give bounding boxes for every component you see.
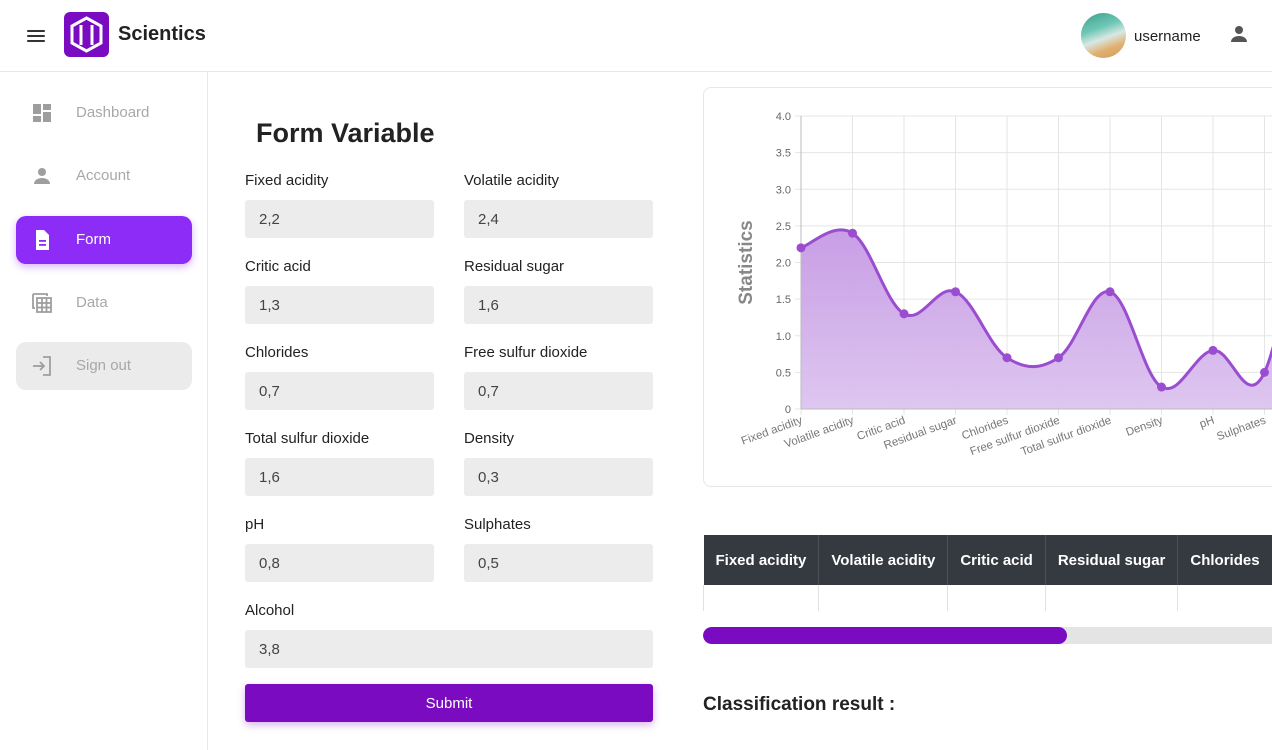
table-row: [703, 585, 1272, 611]
field-label-free-sulfur-dioxide: Free sulfur dioxide: [464, 344, 588, 361]
field-label-fixed-acidity: Fixed acidity: [245, 172, 329, 189]
sidebar-item-dashboard[interactable]: Dashboard: [16, 89, 192, 137]
data-point: [796, 243, 806, 253]
data-point: [1002, 353, 1012, 363]
data-point: [1260, 367, 1269, 377]
sidebar-item-label: Form: [76, 231, 111, 248]
username-label[interactable]: username: [1134, 28, 1201, 45]
variables-table: Fixed acidity Volatile acidity Critic ac…: [703, 535, 1272, 611]
x-tick-label: Sulphates: [1215, 414, 1267, 443]
table-cell: [947, 585, 1046, 611]
data-point: [951, 287, 960, 297]
app-brand-name: Scientics: [118, 23, 206, 45]
variables-table-container: Fixed acidity Volatile acidity Critic ac…: [703, 535, 1272, 611]
y-tick-label: 2.5: [776, 221, 791, 233]
density-input[interactable]: [464, 458, 653, 496]
x-tick-label: Density: [1124, 414, 1164, 438]
sidebar-item-account[interactable]: Account: [16, 152, 192, 200]
ph-input[interactable]: [245, 544, 434, 582]
field-label-residual-sugar: Residual sugar: [464, 258, 565, 275]
y-tick-label: 4.0: [776, 111, 791, 123]
progress-fill: [703, 627, 1068, 644]
sidebar-item-label: Account: [76, 167, 131, 184]
sidebar-item-data[interactable]: Data: [16, 279, 192, 327]
sign-out-icon: [30, 354, 54, 378]
field-label-chlorides: Chlorides: [245, 344, 309, 361]
field-label-ph: pH: [245, 516, 265, 533]
critic-acid-input[interactable]: [245, 286, 434, 324]
y-tick-label: 2.0: [776, 258, 791, 270]
sidebar-item-label: Dashboard: [76, 104, 150, 121]
table-header-cell: Volatile acidity: [818, 535, 949, 585]
fixed-acidity-input[interactable]: [245, 200, 434, 238]
field-label-critic-acid: Critic acid: [245, 258, 311, 275]
table-cell: [1177, 585, 1272, 611]
data-point: [1105, 287, 1115, 297]
table-header-cell: Residual sugar: [1045, 535, 1179, 585]
field-label-volatile-acidity: Volatile acidity: [464, 172, 560, 189]
x-tick-label: pH: [1198, 415, 1216, 431]
data-point: [1208, 345, 1218, 355]
field-label-sulphates: Sulphates: [464, 516, 531, 533]
classification-progress-bar: [703, 627, 1272, 644]
table-header-cell: Fixed acidity: [703, 535, 820, 585]
y-tick-label: 1.5: [776, 294, 791, 306]
data-point: [1054, 353, 1063, 363]
sidebar-item-label: Sign out: [76, 357, 132, 374]
account-icon[interactable]: [1227, 22, 1251, 46]
app-logo-icon[interactable]: [64, 12, 109, 57]
y-tick-label: 0.5: [776, 367, 791, 379]
y-tick-label: 1.0: [776, 331, 791, 343]
chlorides-input[interactable]: [245, 372, 434, 410]
table-cell: [703, 585, 820, 611]
person-icon: [30, 164, 54, 188]
sidebar: Dashboard Account Form Data Sign out: [0, 72, 208, 750]
top-bar: Scientics username: [0, 0, 1272, 72]
submit-button[interactable]: Submit: [245, 684, 653, 722]
form-title: Form Variable: [256, 118, 435, 148]
hamburger-menu-icon[interactable]: [24, 24, 48, 48]
data-point: [899, 309, 909, 319]
y-tick-label: 3.5: [776, 148, 791, 160]
free-sulfur-dioxide-input[interactable]: [464, 372, 653, 410]
table-header-cell: Chlorides: [1177, 535, 1272, 585]
x-tick-label: Total sulfur dioxide: [1019, 415, 1113, 459]
table-cell: [818, 585, 949, 611]
y-axis-label: Statistics: [736, 220, 757, 304]
classification-result-label: Classification result :: [703, 694, 896, 715]
table-icon: [30, 291, 54, 315]
statistics-chart-card: 0 0.5 1.0 1.5 2.0 2.5 3.0 3.5 4.0 Statistics Fixed…: [703, 87, 1272, 487]
volatile-acidity-input[interactable]: [464, 200, 653, 238]
table-header-cell: Critic acid: [947, 535, 1046, 585]
sidebar-item-sign-out[interactable]: Sign out: [16, 342, 192, 390]
table-header-row: Fixed acidity Volatile acidity Critic ac…: [703, 535, 1272, 585]
y-tick-label: 0: [785, 404, 791, 416]
user-avatar[interactable]: [1081, 13, 1126, 58]
document-icon: [30, 228, 54, 252]
field-label-alcohol: Alcohol: [245, 602, 295, 619]
residual-sugar-input[interactable]: [464, 286, 653, 324]
data-point: [1157, 382, 1166, 392]
data-point: [848, 228, 857, 238]
sidebar-item-form[interactable]: Form: [16, 216, 192, 264]
y-tick-label: 3.0: [776, 184, 791, 196]
total-sulfur-dioxide-input[interactable]: [245, 458, 434, 496]
alcohol-input[interactable]: [245, 630, 653, 668]
sulphates-input[interactable]: [464, 544, 653, 582]
field-label-total-sulfur-dioxide: Total sulfur dioxide: [245, 430, 370, 447]
sidebar-item-label: Data: [76, 294, 108, 311]
statistics-area-chart: 00.51.01.52.02.53.03.54.0StatisticsFixed…: [736, 111, 1272, 459]
dashboard-icon: [30, 101, 54, 125]
table-cell: [1044, 585, 1179, 611]
field-label-density: Density: [464, 430, 515, 447]
